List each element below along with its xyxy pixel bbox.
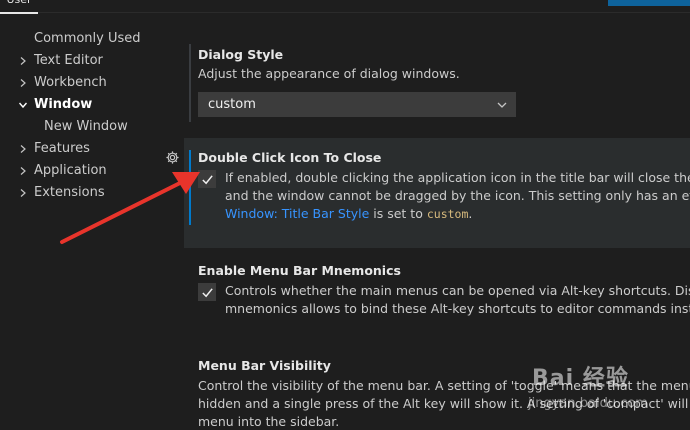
setting-enable-menu-bar-mnemonics: Enable Menu Bar Mnemonics Controls wheth… [184, 252, 690, 332]
toc-item-label: Text Editor [34, 53, 103, 68]
setting-indicator [189, 44, 191, 122]
toc-item-workbench[interactable]: Workbench [0, 72, 180, 94]
toc-item-text-editor[interactable]: Text Editor [0, 50, 180, 72]
chevron-right-icon [18, 160, 28, 182]
toc-item-features[interactable]: Features [0, 138, 180, 160]
description-text: . [468, 206, 473, 221]
checkmark-icon [201, 287, 213, 297]
setting-title: Dialog Style [198, 47, 284, 62]
setting-title: Enable Menu Bar Mnemonics [198, 263, 401, 278]
menu-mnemonics-checkbox[interactable] [198, 283, 216, 301]
toc-item-label: Workbench [34, 75, 107, 90]
double-click-icon-checkbox[interactable] [198, 170, 216, 188]
select-value: custom [208, 97, 256, 112]
gear-icon[interactable] [165, 150, 180, 165]
setting-description-line-1: Controls whether the main menus can be o… [225, 283, 690, 298]
toc-item-new-window[interactable]: New Window [44, 116, 128, 138]
chevron-right-icon [18, 138, 28, 160]
dialog-style-select[interactable]: custom [198, 92, 516, 117]
toc-item-commonly-used[interactable]: Commonly Used [34, 28, 141, 50]
toc-item-label: Extensions [34, 185, 105, 200]
toc-item-window[interactable]: Window [0, 94, 180, 116]
toc-item-label: Window [34, 97, 93, 112]
setting-description-line-2: and the window cannot be dragged by the … [225, 188, 690, 203]
setting-title: Menu Bar Visibility [198, 358, 331, 373]
chevron-down-icon [497, 102, 507, 108]
toc-item-label: Application [34, 163, 107, 178]
chevron-down-icon [18, 94, 28, 116]
setting-description-line-3: Window: Title Bar Style is set to custom… [225, 205, 472, 223]
setting-description: Adjust the appearance of dialog windows. [198, 66, 460, 81]
watermark-url: jingyan.baidu.com [528, 396, 648, 411]
settings-editor: User Commonly Used Text Editor Workbench… [0, 0, 690, 430]
chevron-right-icon [18, 50, 28, 72]
watermark-logo: Bai 经验 [532, 366, 629, 391]
setting-description-line-3: menu into the sidebar. [198, 414, 340, 429]
tab-user[interactable]: User [0, 0, 38, 14]
toc-item-extensions[interactable]: Extensions [0, 182, 180, 204]
setting-description-line-2: mnemonics allows to bind these Alt-key s… [225, 301, 690, 316]
toc-item-application[interactable]: Application [0, 160, 180, 182]
title-bar-style-link[interactable]: Window: Title Bar Style [225, 206, 369, 221]
chevron-right-icon [18, 72, 28, 94]
setting-title: Double Click Icon To Close [198, 150, 382, 165]
toc-item-label: Commonly Used [34, 31, 141, 46]
description-text: is set to [369, 206, 427, 221]
setting-double-click-icon-to-close: Double Click Icon To Close If enabled, d… [184, 138, 690, 248]
checkmark-icon [201, 174, 213, 184]
chevron-right-icon [18, 182, 28, 204]
setting-dialog-style: Dialog Style Adjust the appearance of di… [184, 36, 690, 132]
toc-item-label: New Window [44, 119, 128, 134]
code-value: custom [426, 207, 469, 221]
toc-item-label: Features [34, 141, 90, 156]
setting-description-line-1: If enabled, double clicking the applicat… [225, 170, 690, 185]
focus-indicator [189, 150, 191, 225]
